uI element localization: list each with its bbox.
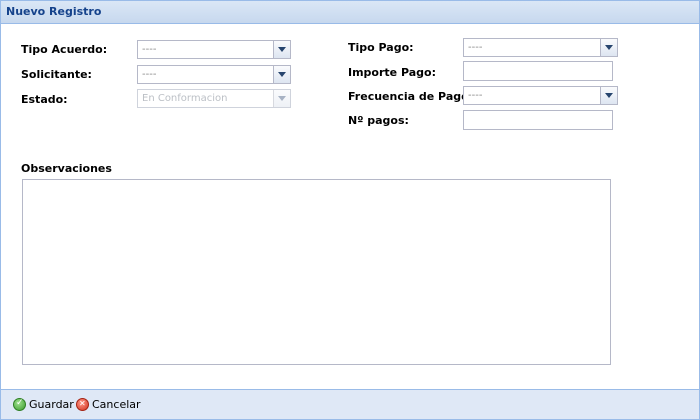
tipo-acuerdo-combo[interactable]: ---- <box>137 40 291 59</box>
check-circle-icon <box>13 397 26 411</box>
save-button-label: Guardar <box>29 397 74 411</box>
estado-value: En Conformacion <box>142 93 228 104</box>
chevron-down-icon <box>273 90 290 107</box>
chevron-down-icon[interactable] <box>273 66 290 83</box>
solicitante-combo[interactable]: ---- <box>137 65 291 84</box>
cancel-button[interactable]: Cancelar <box>76 396 141 412</box>
solicitante-label: Solicitante: <box>21 68 92 81</box>
save-button[interactable]: Guardar <box>13 396 74 412</box>
frecuencia-pago-label: Frecuencia de Pago: <box>348 90 474 103</box>
chevron-down-icon[interactable] <box>600 87 617 104</box>
estado-label: Estado: <box>21 93 68 106</box>
solicitante-value: ---- <box>142 69 157 80</box>
window-title: Nuevo Registro <box>6 5 102 18</box>
estado-combo: En Conformacion <box>137 89 291 108</box>
observaciones-label: Observaciones <box>21 162 112 175</box>
observaciones-textarea[interactable] <box>22 179 611 365</box>
frecuencia-pago-value: ---- <box>468 90 483 101</box>
x-circle-icon <box>76 397 89 411</box>
cancel-button-label: Cancelar <box>92 397 141 411</box>
frecuencia-pago-combo[interactable]: ---- <box>463 86 618 105</box>
nuevo-registro-window: Nuevo Registro Tipo Acuerdo: ---- Solici… <box>0 0 700 420</box>
tipo-pago-combo[interactable]: ---- <box>463 38 618 57</box>
n-pagos-label: Nº pagos: <box>348 114 409 127</box>
tipo-acuerdo-value: ---- <box>142 44 157 55</box>
window-titlebar: Nuevo Registro <box>1 1 699 24</box>
tipo-pago-label: Tipo Pago: <box>348 41 414 54</box>
chevron-down-icon[interactable] <box>600 39 617 56</box>
importe-pago-label: Importe Pago: <box>348 66 436 79</box>
chevron-down-icon[interactable] <box>273 41 290 58</box>
footer-toolbar: Guardar Cancelar <box>1 389 699 419</box>
importe-pago-input[interactable] <box>463 61 613 81</box>
tipo-acuerdo-label: Tipo Acuerdo: <box>21 43 108 56</box>
tipo-pago-value: ---- <box>468 42 483 53</box>
n-pagos-input[interactable] <box>463 110 613 130</box>
